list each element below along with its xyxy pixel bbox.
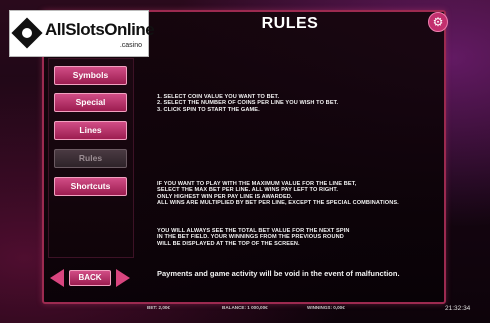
page-title: RULES: [261, 15, 319, 32]
back-button[interactable]: BACK: [69, 270, 111, 286]
winnings-readout: WINNINGS: 0,00€: [307, 305, 345, 310]
tab-symbols[interactable]: Symbols: [54, 66, 127, 85]
site-logo: AllSlotsOnline .casino: [9, 10, 155, 57]
rules-line: IN THE BET FIELD. YOUR WINNINGS FROM THE…: [157, 234, 344, 241]
rules-step: 3. CLICK SPIN TO START THE GAME.: [157, 106, 260, 113]
rules-step: 2. SELECT THE NUMBER OF COINS PER LINE Y…: [157, 100, 339, 107]
rules-steps: 1. SELECT COIN VALUE YOU WANT TO BET. 2.…: [157, 94, 338, 113]
back-navigation: BACK: [50, 268, 130, 288]
bet-readout: BET: 2,00€: [147, 305, 170, 310]
rules-paragraph-maxbet: IF YOU WANT TO PLAY WITH THE MAXIMUM VAL…: [157, 181, 399, 207]
malfunction-note: Payments and game activity will be void …: [157, 269, 400, 278]
tab-shortcuts[interactable]: Shortcuts: [54, 177, 127, 196]
logo-diamond-icon: [11, 17, 43, 49]
gear-icon[interactable]: ⚙: [428, 12, 448, 32]
rules-line: ALL WINS ARE MULTIPLIED BY BET PER LINE,…: [157, 200, 399, 207]
logo-name: AllSlotsOnline: [45, 20, 155, 39]
rules-paragraph-betfield: YOU WILL ALWAYS SEE THE TOTAL BET VALUE …: [157, 228, 349, 247]
tab-rules: Rules: [54, 149, 127, 168]
status-bar: BET: 2,00€ BALANCE: 1 000,00€ WINNINGS: …: [42, 304, 446, 312]
arrow-left-icon[interactable]: [50, 269, 64, 287]
clock: 21:32:34: [445, 305, 471, 312]
balance-readout: BALANCE: 1 000,00€: [222, 305, 268, 310]
tab-special[interactable]: Special: [54, 93, 127, 112]
tab-lines[interactable]: Lines: [54, 121, 127, 140]
logo-sub: .casino: [119, 42, 142, 49]
arrow-right-icon[interactable]: [116, 269, 130, 287]
rules-line: WILL BE DISPLAYED AT THE TOP OF THE SCRE…: [157, 240, 300, 247]
